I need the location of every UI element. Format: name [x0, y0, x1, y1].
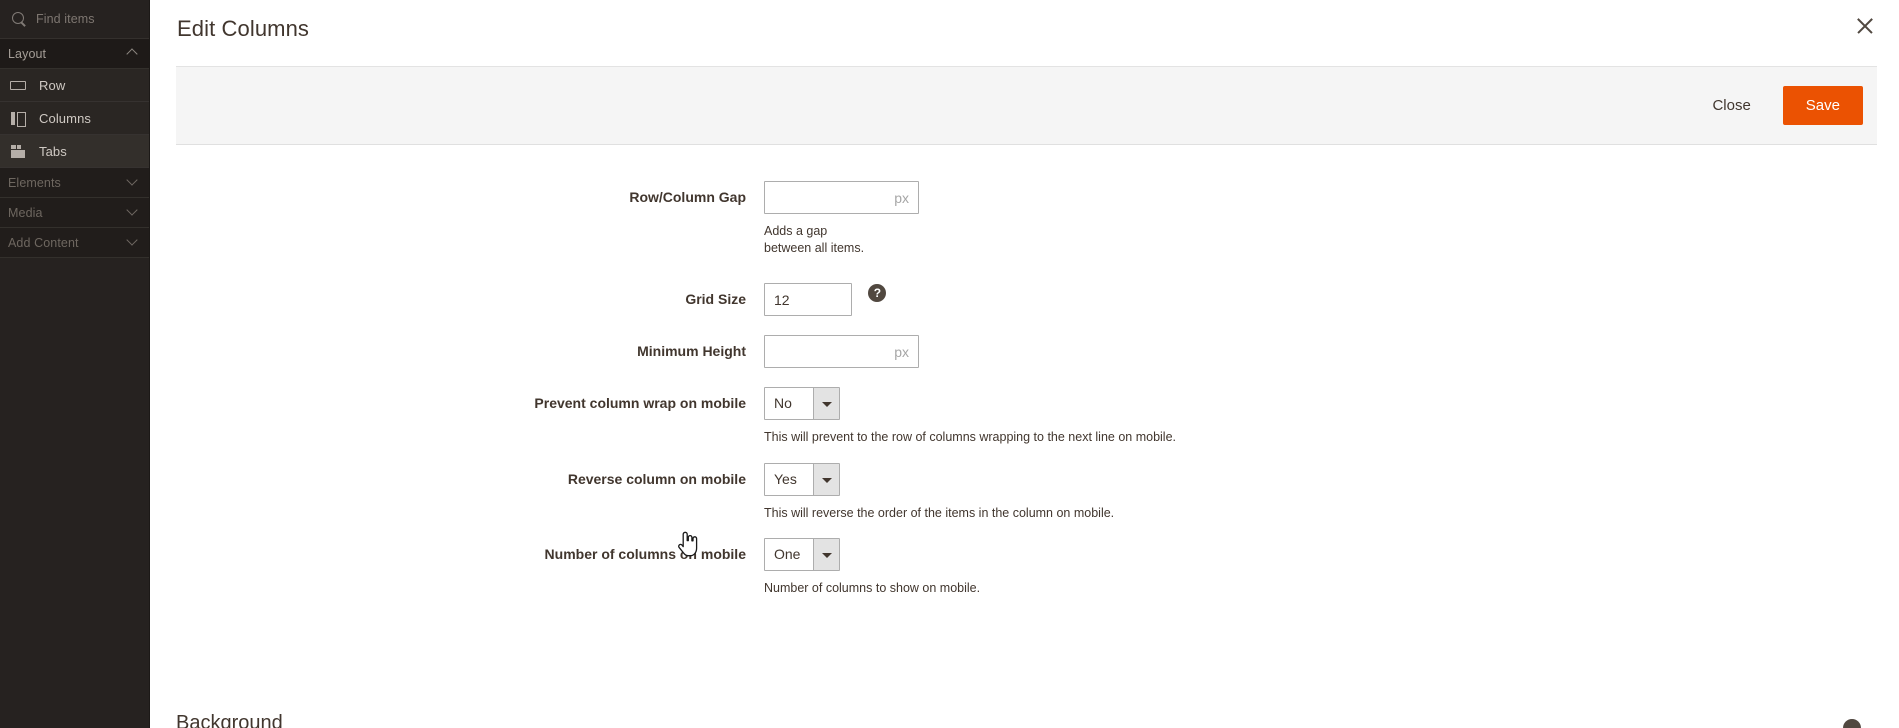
sidebar-search[interactable]: Find items — [0, 0, 149, 39]
page-title: Edit Columns — [177, 16, 310, 41]
select-value: One — [765, 539, 813, 570]
field-minimum-height: Minimum Height — [150, 335, 1899, 368]
field-label: Grid Size — [685, 291, 746, 307]
sidebar-group-label: Media — [8, 205, 43, 220]
sidebar-group-media[interactable]: Media — [0, 198, 149, 228]
sidebar-item-label: Tabs — [39, 143, 67, 159]
row-column-gap-input[interactable] — [764, 181, 919, 214]
editor-screen: Find items Layout Row Columns Tabs Eleme… — [0, 0, 1899, 728]
sidebar-item-tabs[interactable]: Tabs — [0, 135, 149, 168]
sidebar-group-layout[interactable]: Layout — [0, 39, 149, 69]
close-icon[interactable] — [1849, 10, 1881, 42]
chevron-down-icon[interactable] — [813, 388, 839, 419]
section-heading-background: Background — [176, 712, 283, 728]
sidebar-item-columns[interactable]: Columns — [0, 102, 149, 135]
row-icon — [10, 77, 26, 93]
sidebar-group-elements[interactable]: Elements — [0, 168, 149, 198]
modal-toolbar: Close Save — [176, 66, 1877, 145]
field-note: Adds a gap between all items. — [764, 224, 865, 255]
chevron-up-icon — [126, 49, 139, 58]
sidebar-item-label: Row — [39, 77, 66, 93]
chevron-down-icon — [126, 208, 139, 217]
sidebar-group-label: Layout — [8, 46, 47, 61]
close-button[interactable]: Close — [1698, 89, 1764, 122]
number-of-columns-select[interactable]: One — [764, 538, 840, 571]
edit-columns-modal: Edit Columns Close Save Row/Column Gap A… — [150, 0, 1899, 728]
chevron-down-icon[interactable] — [813, 539, 839, 570]
field-number-of-columns: Number of columns on mobile One Number o… — [150, 538, 1899, 597]
question-mark-icon[interactable] — [1843, 719, 1861, 728]
field-note: This will prevent to the row of columns … — [764, 430, 1177, 444]
field-reverse-column: Reverse column on mobile Yes This will r… — [150, 462, 1899, 522]
chevron-down-icon — [126, 178, 139, 187]
select-value: Yes — [765, 463, 813, 495]
modal-header: Edit Columns — [150, 0, 1899, 66]
sidebar-group-label: Elements — [8, 175, 61, 190]
minimum-height-input[interactable] — [764, 335, 919, 368]
left-sidebar: Find items Layout Row Columns Tabs Eleme… — [0, 0, 150, 728]
sidebar-group-label: Add Content — [8, 235, 79, 250]
field-label: Minimum Height — [637, 343, 746, 359]
prevent-column-wrap-select[interactable]: No — [764, 387, 840, 420]
field-label: Number of columns on mobile — [544, 546, 746, 562]
search-icon — [12, 11, 27, 27]
field-row-column-gap: Row/Column Gap Adds a gap between all it… — [150, 181, 1899, 256]
question-mark-icon[interactable]: ? — [868, 283, 887, 302]
settings-form: Row/Column Gap Adds a gap between all it… — [150, 145, 1899, 597]
field-label: Reverse column on mobile — [567, 470, 746, 487]
field-label: Prevent column wrap on mobile — [534, 395, 746, 411]
chevron-down-icon[interactable] — [813, 463, 839, 495]
grid-size-input[interactable] — [764, 283, 852, 316]
columns-icon — [10, 110, 26, 127]
field-note: Number of columns to show on mobile. — [764, 581, 981, 595]
field-label: Row/Column Gap — [629, 189, 746, 205]
select-value: No — [765, 388, 813, 419]
sidebar-item-label: Columns — [39, 110, 91, 126]
reverse-column-select[interactable]: Yes — [764, 462, 840, 496]
save-button[interactable]: Save — [1782, 86, 1863, 125]
tabs-icon — [10, 143, 26, 159]
chevron-down-icon — [126, 238, 139, 247]
field-prevent-column-wrap: Prevent column wrap on mobile No This wi… — [150, 387, 1899, 446]
field-grid-size: Grid Size ? — [150, 283, 1899, 316]
field-note: This will reverse the order of the items… — [764, 505, 1115, 520]
sidebar-item-row[interactable]: Row — [0, 69, 149, 102]
search-input-placeholder[interactable]: Find items — [36, 12, 95, 26]
sidebar-group-add-content[interactable]: Add Content — [0, 228, 149, 258]
